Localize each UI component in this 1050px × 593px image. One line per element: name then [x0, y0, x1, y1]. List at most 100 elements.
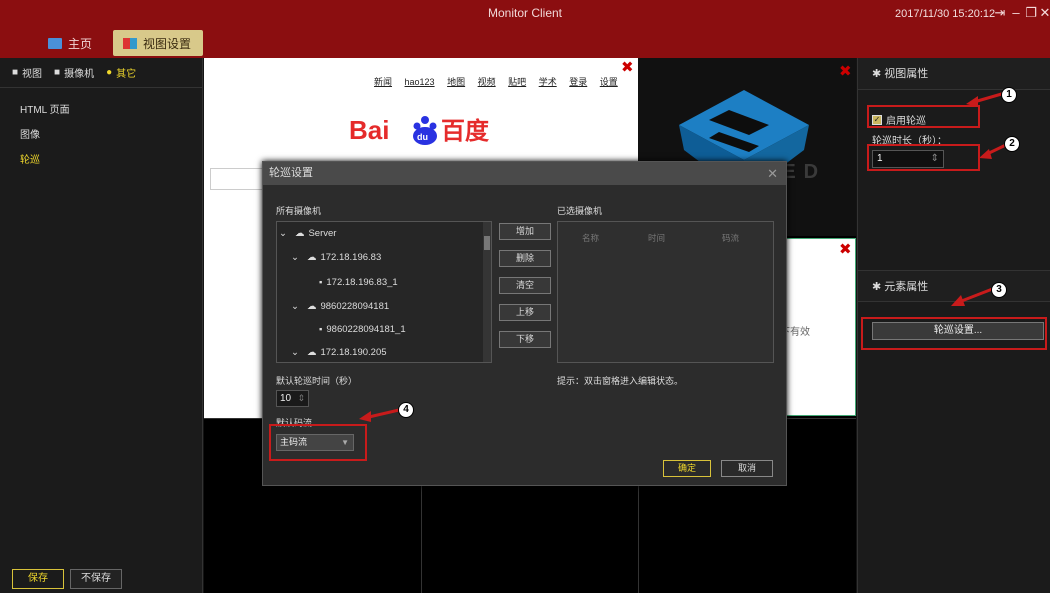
spinner-arrows-icon[interactable]: ⇕ [297, 391, 305, 406]
tree-node-camera[interactable]: ▪ 172.18.196.83_1 [319, 277, 398, 288]
device-icon: ☁ [306, 252, 317, 263]
dialog-close-icon[interactable]: ✕ [767, 162, 778, 185]
grid-icon [123, 37, 137, 49]
server-icon: ☁ [294, 228, 305, 239]
camera-icon: ▪ [319, 277, 323, 288]
close-icon[interactable]: ✕ [1038, 5, 1050, 21]
all-cameras-label: 所有摄像机 [276, 206, 322, 216]
svg-text:du: du [417, 132, 428, 142]
tab-view-settings[interactable]: 视图设置 [113, 30, 203, 56]
baidu-nav-links: 新闻 hao123 地图 视频 贴吧 学术 登录 设置 [374, 75, 628, 88]
baidu-link[interactable]: 学术 [539, 77, 557, 87]
tree-scrollbar[interactable] [483, 222, 491, 362]
tree-node-server[interactable]: ⌄ ☁ Server [279, 228, 336, 239]
tab-camera[interactable]: ■ 摄像机 [54, 65, 94, 80]
annotation-number: 2 [1004, 136, 1020, 152]
tab-view-label: 视图 [22, 69, 43, 80]
logout-icon[interactable]: ⇥ [993, 5, 1007, 21]
device-icon: ☁ [306, 347, 317, 358]
chevron-down-icon[interactable]: ⌄ [291, 301, 299, 312]
no-save-button[interactable]: 不保存 [70, 569, 122, 589]
left-panel: ■ 视图 ■ 摄像机 ● 其它 HTML 页面 图像 轮巡 [0, 58, 203, 593]
grid-small-icon: ■ [12, 67, 19, 78]
annotation-box-4 [269, 424, 367, 461]
list-item-image[interactable]: 图像 [0, 123, 202, 148]
annotation-arrow-4 [359, 408, 400, 422]
datetime: 2017/11/30 15:20:12 [895, 8, 996, 20]
tree-node-device[interactable]: ⌄ ☁ 172.18.190.205 [291, 347, 387, 358]
close-icon[interactable]: ✖ [621, 58, 634, 76]
column-header-stream: 码流 [722, 233, 740, 243]
baidu-link[interactable]: 视频 [478, 77, 496, 87]
baidu-logo: Bai du 百度 [349, 115, 490, 145]
column-header-name: 名称 [582, 233, 600, 243]
move-up-button[interactable]: 上移 [499, 304, 551, 321]
camera-icon: ▪ [319, 324, 323, 335]
close-icon[interactable]: ✖ [839, 62, 852, 80]
dot-icon: ● [106, 67, 113, 78]
chevron-down-icon[interactable]: ⌄ [279, 228, 287, 239]
tab-home-label: 主页 [68, 36, 93, 51]
baidu-link[interactable]: 贴吧 [508, 77, 526, 87]
tree-node-label: 172.18.196.83 [320, 252, 382, 263]
selected-cameras-label: 已选摄像机 [557, 206, 603, 216]
device-icon: ☁ [306, 301, 317, 312]
chevron-down-icon[interactable]: ⌄ [291, 347, 299, 358]
default-time-spinner[interactable]: 10 ⇕ [276, 390, 309, 407]
view-properties-header: ✱ 视图属性 [858, 58, 1050, 90]
tree-node-device[interactable]: ⌄ ☁ 9860228094181 [291, 301, 389, 312]
minimize-icon[interactable]: – [1009, 5, 1023, 20]
tab-view-settings-label: 视图设置 [143, 36, 192, 51]
chevron-down-icon[interactable]: ⌄ [291, 252, 299, 263]
tab-view[interactable]: ■ 视图 [12, 65, 42, 80]
svg-text:百度: 百度 [441, 117, 490, 145]
title-bar: Monitor Client 2017/11/30 15:20:12 ⇥ – ❐… [0, 0, 1050, 58]
left-tabs: ■ 视图 ■ 摄像机 ● 其它 [0, 58, 202, 88]
baidu-search-box[interactable] [210, 168, 265, 190]
gear-icon: ✱ [872, 281, 885, 293]
tree-node-label: 9860228094181 [320, 301, 390, 312]
camera-tree[interactable]: ⌄ ☁ Server ⌄ ☁ 172.18.196.83 ▪ 172.18.19… [276, 221, 492, 363]
baidu-link[interactable]: hao123 [405, 77, 435, 87]
scrollbar-thumb[interactable] [484, 236, 490, 250]
list-item-html[interactable]: HTML 页面 [0, 98, 202, 123]
close-icon[interactable]: ✖ [839, 240, 852, 258]
tree-node-label: 9860228094181_1 [326, 324, 406, 335]
svg-text:Bai: Bai [349, 115, 389, 145]
annotation-box-2 [867, 144, 980, 171]
tab-camera-label: 摄像机 [64, 69, 95, 80]
baidu-link[interactable]: 登录 [569, 77, 587, 87]
move-down-button[interactable]: 下移 [499, 331, 551, 348]
annotation-box-3 [861, 317, 1047, 350]
list-item-patrol[interactable]: 轮巡 [0, 148, 202, 173]
monitor-icon [48, 37, 62, 49]
tree-node-camera[interactable]: ▪ 9860228094181_1 [319, 324, 406, 335]
camera-icon: ■ [54, 67, 61, 78]
baidu-link[interactable]: 地图 [447, 77, 465, 87]
tab-other[interactable]: ● 其它 [106, 65, 136, 80]
delete-button[interactable]: 删除 [499, 250, 551, 267]
restore-icon[interactable]: ❐ [1024, 5, 1038, 21]
annotation-number: 4 [398, 402, 414, 418]
annotation-number: 3 [991, 282, 1007, 298]
clear-button[interactable]: 清空 [499, 277, 551, 294]
baidu-link[interactable]: 设置 [600, 77, 618, 87]
tab-home[interactable]: 主页 [38, 30, 108, 56]
default-time-value: 10 [280, 393, 292, 404]
dialog-title: 轮巡设置 [269, 167, 313, 179]
tree-node-label: 172.18.190.205 [320, 347, 387, 358]
save-button[interactable]: 保存 [12, 569, 64, 589]
element-properties-title: 元素属性 [884, 281, 929, 293]
add-button[interactable]: 增加 [499, 223, 551, 240]
monitor-client-window: Monitor Client 2017/11/30 15:20:12 ⇥ – ❐… [0, 0, 1050, 593]
selected-cameras-table[interactable]: 名称 时间 码流 [557, 221, 774, 363]
tab-other-label: 其它 [116, 69, 137, 80]
hint-text: 提示：双击窗格进入编辑状态。 [557, 376, 684, 386]
ok-button[interactable]: 确定 [663, 460, 711, 477]
cancel-button[interactable]: 取消 [721, 460, 773, 477]
left-list: HTML 页面 图像 轮巡 [0, 88, 202, 173]
view-properties-title: 视图属性 [884, 68, 929, 80]
tree-node-device[interactable]: ⌄ ☁ 172.18.196.83 [291, 252, 381, 263]
baidu-link[interactable]: 新闻 [374, 77, 392, 87]
tree-node-label: 172.18.196.83_1 [326, 277, 398, 288]
